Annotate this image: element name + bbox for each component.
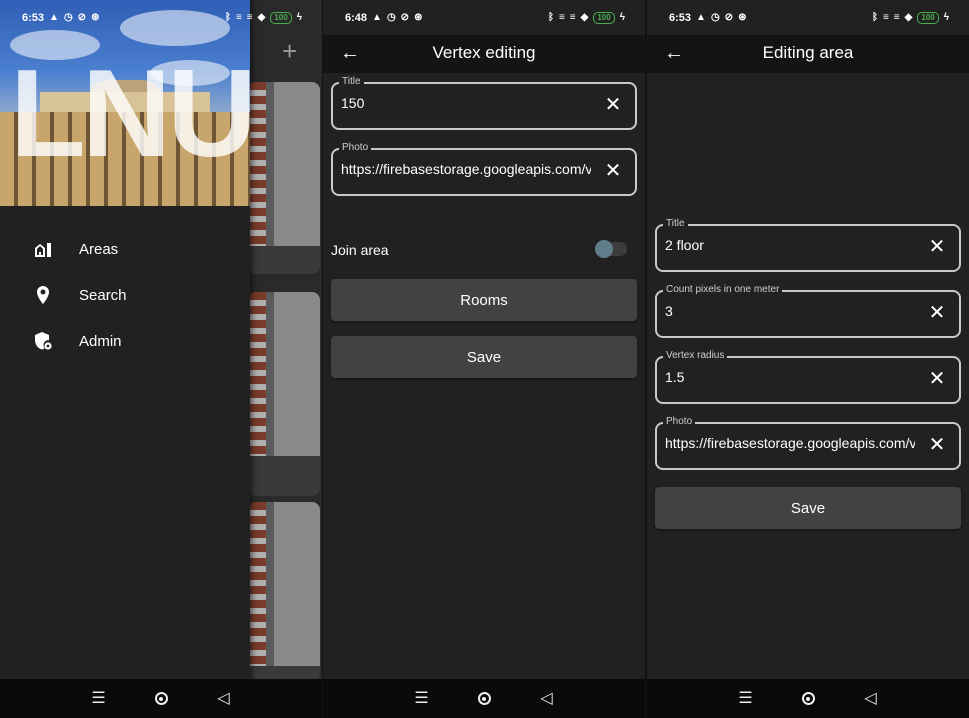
dnd-icon: ⊘: [724, 11, 734, 23]
home-nav-icon[interactable]: [154, 692, 168, 705]
photo-field[interactable]: Photo ✕: [331, 142, 637, 196]
alarm-icon: ◷: [710, 11, 720, 23]
field-label: Vertex radius: [663, 350, 728, 361]
app-bar: ← Editing area: [647, 35, 969, 73]
status-time: 6:53: [669, 11, 692, 24]
status-time: 6:53: [22, 11, 45, 24]
battery-icon: 100: [917, 11, 939, 24]
clear-icon[interactable]: ✕: [925, 433, 949, 457]
buildings-icon: [33, 239, 53, 259]
back-nav-icon[interactable]: ◁: [213, 688, 235, 710]
charging-icon: ϟ: [619, 11, 625, 23]
menu-nav-icon[interactable]: ☰: [88, 688, 110, 710]
home-nav-icon[interactable]: [801, 692, 815, 705]
bluetooth-icon: ᛒ: [547, 11, 554, 23]
vertex-radius-field[interactable]: Vertex radius ✕: [655, 350, 961, 404]
wifi-icon: ◆: [904, 11, 913, 23]
field-label: Count pixels in one meter: [663, 284, 783, 295]
signal-icon: ≡: [235, 11, 242, 23]
bluetooth-icon: ᛒ: [871, 11, 878, 23]
clear-icon[interactable]: ✕: [925, 367, 949, 391]
sync-icon: ⊛: [91, 11, 100, 23]
back-nav-icon[interactable]: ◁: [860, 688, 882, 710]
admin-shield-icon: [33, 331, 53, 351]
add-area-icon[interactable]: +: [282, 36, 297, 67]
notification-icon: ▲: [49, 11, 59, 23]
title-field[interactable]: Title ✕: [655, 218, 961, 272]
drawer-item-label: Search: [79, 286, 127, 304]
title-input[interactable]: [665, 237, 915, 253]
notification-icon: ▲: [372, 11, 382, 23]
rooms-button[interactable]: Rooms: [331, 279, 637, 321]
dnd-icon: ⊘: [400, 11, 410, 23]
drawer-screen: + LNU Areas Search Admin 6:53 ▲ ◷ ⊘ ⊛ ᛒ …: [0, 0, 322, 718]
pixels-per-meter-field[interactable]: Count pixels in one meter ✕: [655, 284, 961, 338]
pixels-per-meter-input[interactable]: [665, 303, 915, 319]
join-area-toggle[interactable]: [595, 240, 627, 258]
drawer-item-areas[interactable]: Areas: [0, 229, 250, 269]
menu-nav-icon[interactable]: ☰: [735, 688, 757, 710]
vertex-editing-screen: 6:48 ▲ ◷ ⊘ ⊛ ᛒ ≡ ≡ ◆ 100 ϟ ← Vertex edit…: [323, 0, 645, 718]
system-nav-bar: ☰ ◁: [647, 679, 969, 718]
clear-icon[interactable]: ✕: [925, 301, 949, 325]
drawer-item-label: Admin: [79, 332, 122, 350]
field-label: Title: [339, 76, 364, 87]
lnu-logo: LNU: [10, 45, 250, 183]
wifi-icon: ◆: [580, 11, 589, 23]
page-title: Vertex editing: [432, 43, 536, 62]
status-bar: 6:48 ▲ ◷ ⊘ ⊛ ᛒ ≡ ≡ ◆ 100 ϟ: [323, 0, 645, 35]
drawer-item-label: Areas: [79, 240, 119, 258]
field-label: Title: [663, 218, 688, 229]
status-bar: 6:53 ▲ ◷ ⊘ ⊛ ᛒ ≡ ≡ ◆ 100 ϟ: [0, 0, 322, 35]
field-label: Photo: [339, 142, 372, 153]
charging-icon: ϟ: [296, 11, 302, 23]
field-label: Photo: [663, 416, 696, 427]
drawer-item-admin[interactable]: Admin: [0, 321, 250, 361]
dnd-icon: ⊘: [77, 11, 87, 23]
menu-nav-icon[interactable]: ☰: [411, 688, 433, 710]
location-pin-icon: [33, 285, 53, 305]
notification-icon: ▲: [696, 11, 706, 23]
page-title: Editing area: [762, 43, 854, 62]
photo-url-input[interactable]: [341, 161, 591, 177]
alarm-icon: ◷: [63, 11, 73, 23]
charging-icon: ϟ: [943, 11, 949, 23]
photo-url-input[interactable]: [665, 435, 915, 451]
clear-icon[interactable]: ✕: [601, 93, 625, 117]
alarm-icon: ◷: [386, 11, 396, 23]
drawer-item-search[interactable]: Search: [0, 275, 250, 315]
sync-icon: ⊛: [738, 11, 747, 23]
system-nav-bar: ☰ ◁: [323, 679, 645, 718]
home-nav-icon[interactable]: [477, 692, 491, 705]
system-nav-bar: ☰ ◁: [0, 679, 322, 718]
signal-icon: ≡: [882, 11, 889, 23]
clear-icon[interactable]: ✕: [601, 159, 625, 183]
photo-field[interactable]: Photo ✕: [655, 416, 961, 470]
signal-icon: ≡: [558, 11, 565, 23]
signal-icon: ≡: [569, 11, 576, 23]
signal-icon: ≡: [246, 11, 253, 23]
area-card[interactable]: [248, 82, 320, 274]
battery-icon: 100: [593, 11, 615, 24]
title-input[interactable]: [341, 95, 591, 111]
area-card[interactable]: [248, 502, 320, 682]
vertex-radius-input[interactable]: [665, 369, 915, 385]
save-button[interactable]: Save: [655, 487, 961, 529]
area-card[interactable]: [248, 292, 320, 496]
status-bar: 6:53 ▲ ◷ ⊘ ⊛ ᛒ ≡ ≡ ◆ 100 ϟ: [647, 0, 969, 35]
signal-icon: ≡: [893, 11, 900, 23]
back-nav-icon[interactable]: ◁: [536, 688, 558, 710]
battery-icon: 100: [270, 11, 292, 24]
join-area-label: Join area: [331, 242, 389, 258]
sync-icon: ⊛: [414, 11, 423, 23]
editing-area-screen: 6:53 ▲ ◷ ⊘ ⊛ ᛒ ≡ ≡ ◆ 100 ϟ ← Editing are…: [647, 0, 969, 718]
title-field[interactable]: Title ✕: [331, 76, 637, 130]
status-time: 6:48: [345, 11, 368, 24]
app-bar: ← Vertex editing: [323, 35, 645, 73]
navigation-drawer: LNU Areas Search Admin: [0, 0, 250, 718]
save-button[interactable]: Save: [331, 336, 637, 378]
clear-icon[interactable]: ✕: [925, 235, 949, 259]
bluetooth-icon: ᛒ: [224, 11, 231, 23]
wifi-icon: ◆: [257, 11, 266, 23]
